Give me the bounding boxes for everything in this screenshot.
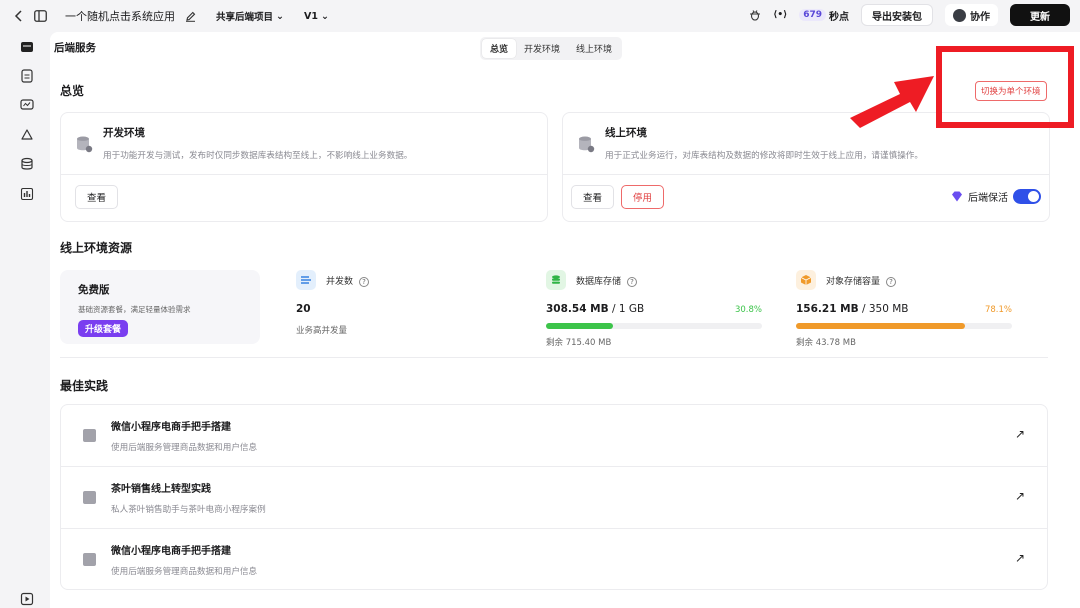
object-storage-value: 156.21 MB / 350 MB [796, 303, 909, 315]
article-icon [83, 553, 96, 566]
database-icon[interactable] [20, 157, 34, 171]
help-icon[interactable]: ? [886, 276, 897, 287]
dev-view-button[interactable]: 查看 [75, 185, 119, 209]
database-icon [546, 270, 566, 290]
help-icon[interactable]: ? [359, 276, 370, 287]
db-storage-label: 数据库存储? [576, 274, 638, 287]
help-icon[interactable]: ? [627, 276, 638, 287]
keepalive-control: 后端保活 [951, 189, 1041, 204]
version-label: V1 [303, 10, 318, 22]
dev-env-card: 开发环境 用于功能开发与测试，发布时仅同步数据库表结构至线上，不影响线上业务数据… [60, 112, 548, 222]
object-storage-remain: 剩余 43.78 MB [796, 338, 856, 348]
collaborate-label: 协作 [970, 11, 990, 23]
cloud-icon[interactable] [20, 128, 34, 142]
database-icon [579, 136, 595, 153]
db-storage-bar [546, 323, 762, 329]
list-item-desc: 使用后端服务管理商品数据和用户信息 [111, 443, 258, 453]
list-item-title: 茶叶销售线上转型实践 [111, 484, 211, 495]
article-icon [83, 429, 96, 442]
document-icon[interactable] [20, 69, 34, 83]
env-tabs: 总览 开发环境 线上环境 [480, 37, 623, 60]
concurrency-value: 20 [296, 303, 311, 315]
points-count: 679 [799, 9, 826, 21]
play-panel-icon[interactable] [20, 592, 34, 606]
sidebar-toggle-icon[interactable] [34, 10, 47, 22]
project-selector[interactable]: 共享后端项目 ⌄ [216, 9, 284, 24]
dev-env-info: 开发环境 用于功能开发与测试，发布时仅同步数据库表结构至线上，不影响线上业务数据… [61, 113, 547, 175]
plan-card: 免费版 基础资源套餐，满足轻量体验需求 升级套餐 [60, 270, 260, 344]
pointer-arrow-icon [850, 76, 934, 128]
diamond-icon [952, 191, 962, 202]
db-storage-percent: 30.8% [734, 305, 762, 315]
code-icon[interactable]: ⟨•⟩ [773, 10, 787, 20]
bug-icon[interactable] [749, 9, 761, 21]
best-practices-list: 微信小程序电商手把手搭建 使用后端服务管理商品数据和用户信息 ↗ 茶叶销售线上转… [60, 404, 1048, 590]
page-title: 后端服务 [54, 41, 96, 54]
box-icon [796, 270, 816, 290]
switch-single-env-button[interactable]: 切换为单个环境 [975, 81, 1047, 101]
list-item-title: 微信小程序电商手把手搭建 [111, 546, 231, 557]
sidebar [0, 32, 50, 608]
chevron-down-icon: ⌄ [320, 10, 329, 22]
object-storage-bar [796, 323, 1012, 329]
external-link-icon[interactable]: ↗ [1015, 427, 1025, 441]
top-bar: 一个随机点击系统应用 共享后端项目 ⌄ V1 ⌄ ⟨•⟩ 679 秒点 导出安装… [0, 0, 1080, 32]
back-icon[interactable] [14, 10, 24, 22]
concurrency-icon [296, 270, 316, 290]
db-storage-remain: 剩余 715.40 MB [546, 338, 612, 348]
tab-prod[interactable]: 线上环境 [568, 39, 620, 58]
external-link-icon[interactable]: ↗ [1015, 489, 1025, 503]
resources-title: 线上环境资源 [60, 241, 133, 255]
backend-icon[interactable] [20, 40, 34, 54]
collaborate-button[interactable]: 协作 [945, 4, 998, 26]
list-item-desc: 私人茶叶销售助手与茶叶电商小程序案例 [111, 505, 266, 515]
main-panel: 后端服务 总览 开发环境 线上环境 总览 开发环境 用于功能开发与测试，发布时仅… [50, 32, 1080, 608]
app-name: 一个随机点击系统应用 [65, 10, 175, 23]
overview-title: 总览 [60, 84, 85, 98]
database-icon [77, 136, 93, 153]
dev-env-name: 开发环境 [103, 127, 145, 139]
bar-chart-icon[interactable] [20, 187, 34, 201]
prod-view-button[interactable]: 查看 [571, 185, 615, 209]
keepalive-label: 后端保活 [968, 193, 1008, 204]
resources-row: 免费版 基础资源套餐，满足轻量体验需求 升级套餐 并发数? 20 业务高并发量 … [60, 270, 1048, 358]
prod-env-card: 线上环境 用于正式业务运行，对库表结构及数据的修改将即时生效于线上应用，请谨慎操… [562, 112, 1050, 222]
list-item-title: 微信小程序电商手把手搭建 [111, 422, 231, 433]
object-storage-percent: 78.1% [984, 305, 1012, 315]
db-storage-bar-fill [546, 323, 613, 329]
plan-name: 免费版 [78, 284, 110, 296]
object-storage-label: 对象存储容量? [826, 274, 897, 287]
export-package-button[interactable]: 导出安装包 [861, 4, 933, 26]
prod-stop-button[interactable]: 停用 [621, 185, 665, 209]
upgrade-plan-button[interactable]: 升级套餐 [78, 320, 129, 337]
monitor-icon[interactable] [20, 98, 34, 112]
list-item[interactable]: 茶叶销售线上转型实践 私人茶叶销售助手与茶叶电商小程序案例 ↗ [60, 466, 1048, 528]
chevron-down-icon: ⌄ [276, 10, 284, 22]
prod-env-name: 线上环境 [605, 127, 647, 139]
concurrency-sub: 业务高并发量 [296, 326, 348, 336]
avatar [953, 8, 966, 22]
tab-dev[interactable]: 开发环境 [516, 39, 568, 58]
update-button[interactable]: 更新 [1010, 4, 1070, 26]
list-item[interactable]: 微信小程序电商手把手搭建 使用后端服务管理商品数据和用户信息 ↗ [60, 404, 1048, 466]
db-storage-value: 308.54 MB / 1 GB [546, 303, 645, 315]
best-practices-title: 最佳实践 [60, 379, 109, 393]
points-label: 秒点 [829, 11, 849, 23]
article-icon [83, 491, 96, 504]
external-link-icon[interactable]: ↗ [1015, 551, 1025, 565]
tab-overview[interactable]: 总览 [482, 39, 517, 58]
concurrency-label: 并发数? [326, 274, 370, 287]
edit-icon[interactable] [185, 11, 196, 22]
list-item-desc: 使用后端服务管理商品数据和用户信息 [111, 567, 258, 577]
dev-env-desc: 用于功能开发与测试，发布时仅同步数据库表结构至线上，不影响线上业务数据。 [103, 151, 413, 161]
project-label: 共享后端项目 [216, 12, 274, 23]
points-display: 679 秒点 [799, 8, 849, 23]
plan-desc: 基础资源套餐，满足轻量体验需求 [78, 305, 191, 314]
object-storage-bar-fill [796, 323, 965, 329]
keepalive-toggle[interactable] [1013, 189, 1041, 204]
prod-env-desc: 用于正式业务运行，对库表结构及数据的修改将即时生效于线上应用，请谨慎操作。 [605, 151, 923, 161]
list-item[interactable]: 微信小程序电商手把手搭建 使用后端服务管理商品数据和用户信息 ↗ [60, 528, 1048, 590]
version-selector[interactable]: V1 ⌄ [304, 11, 329, 22]
